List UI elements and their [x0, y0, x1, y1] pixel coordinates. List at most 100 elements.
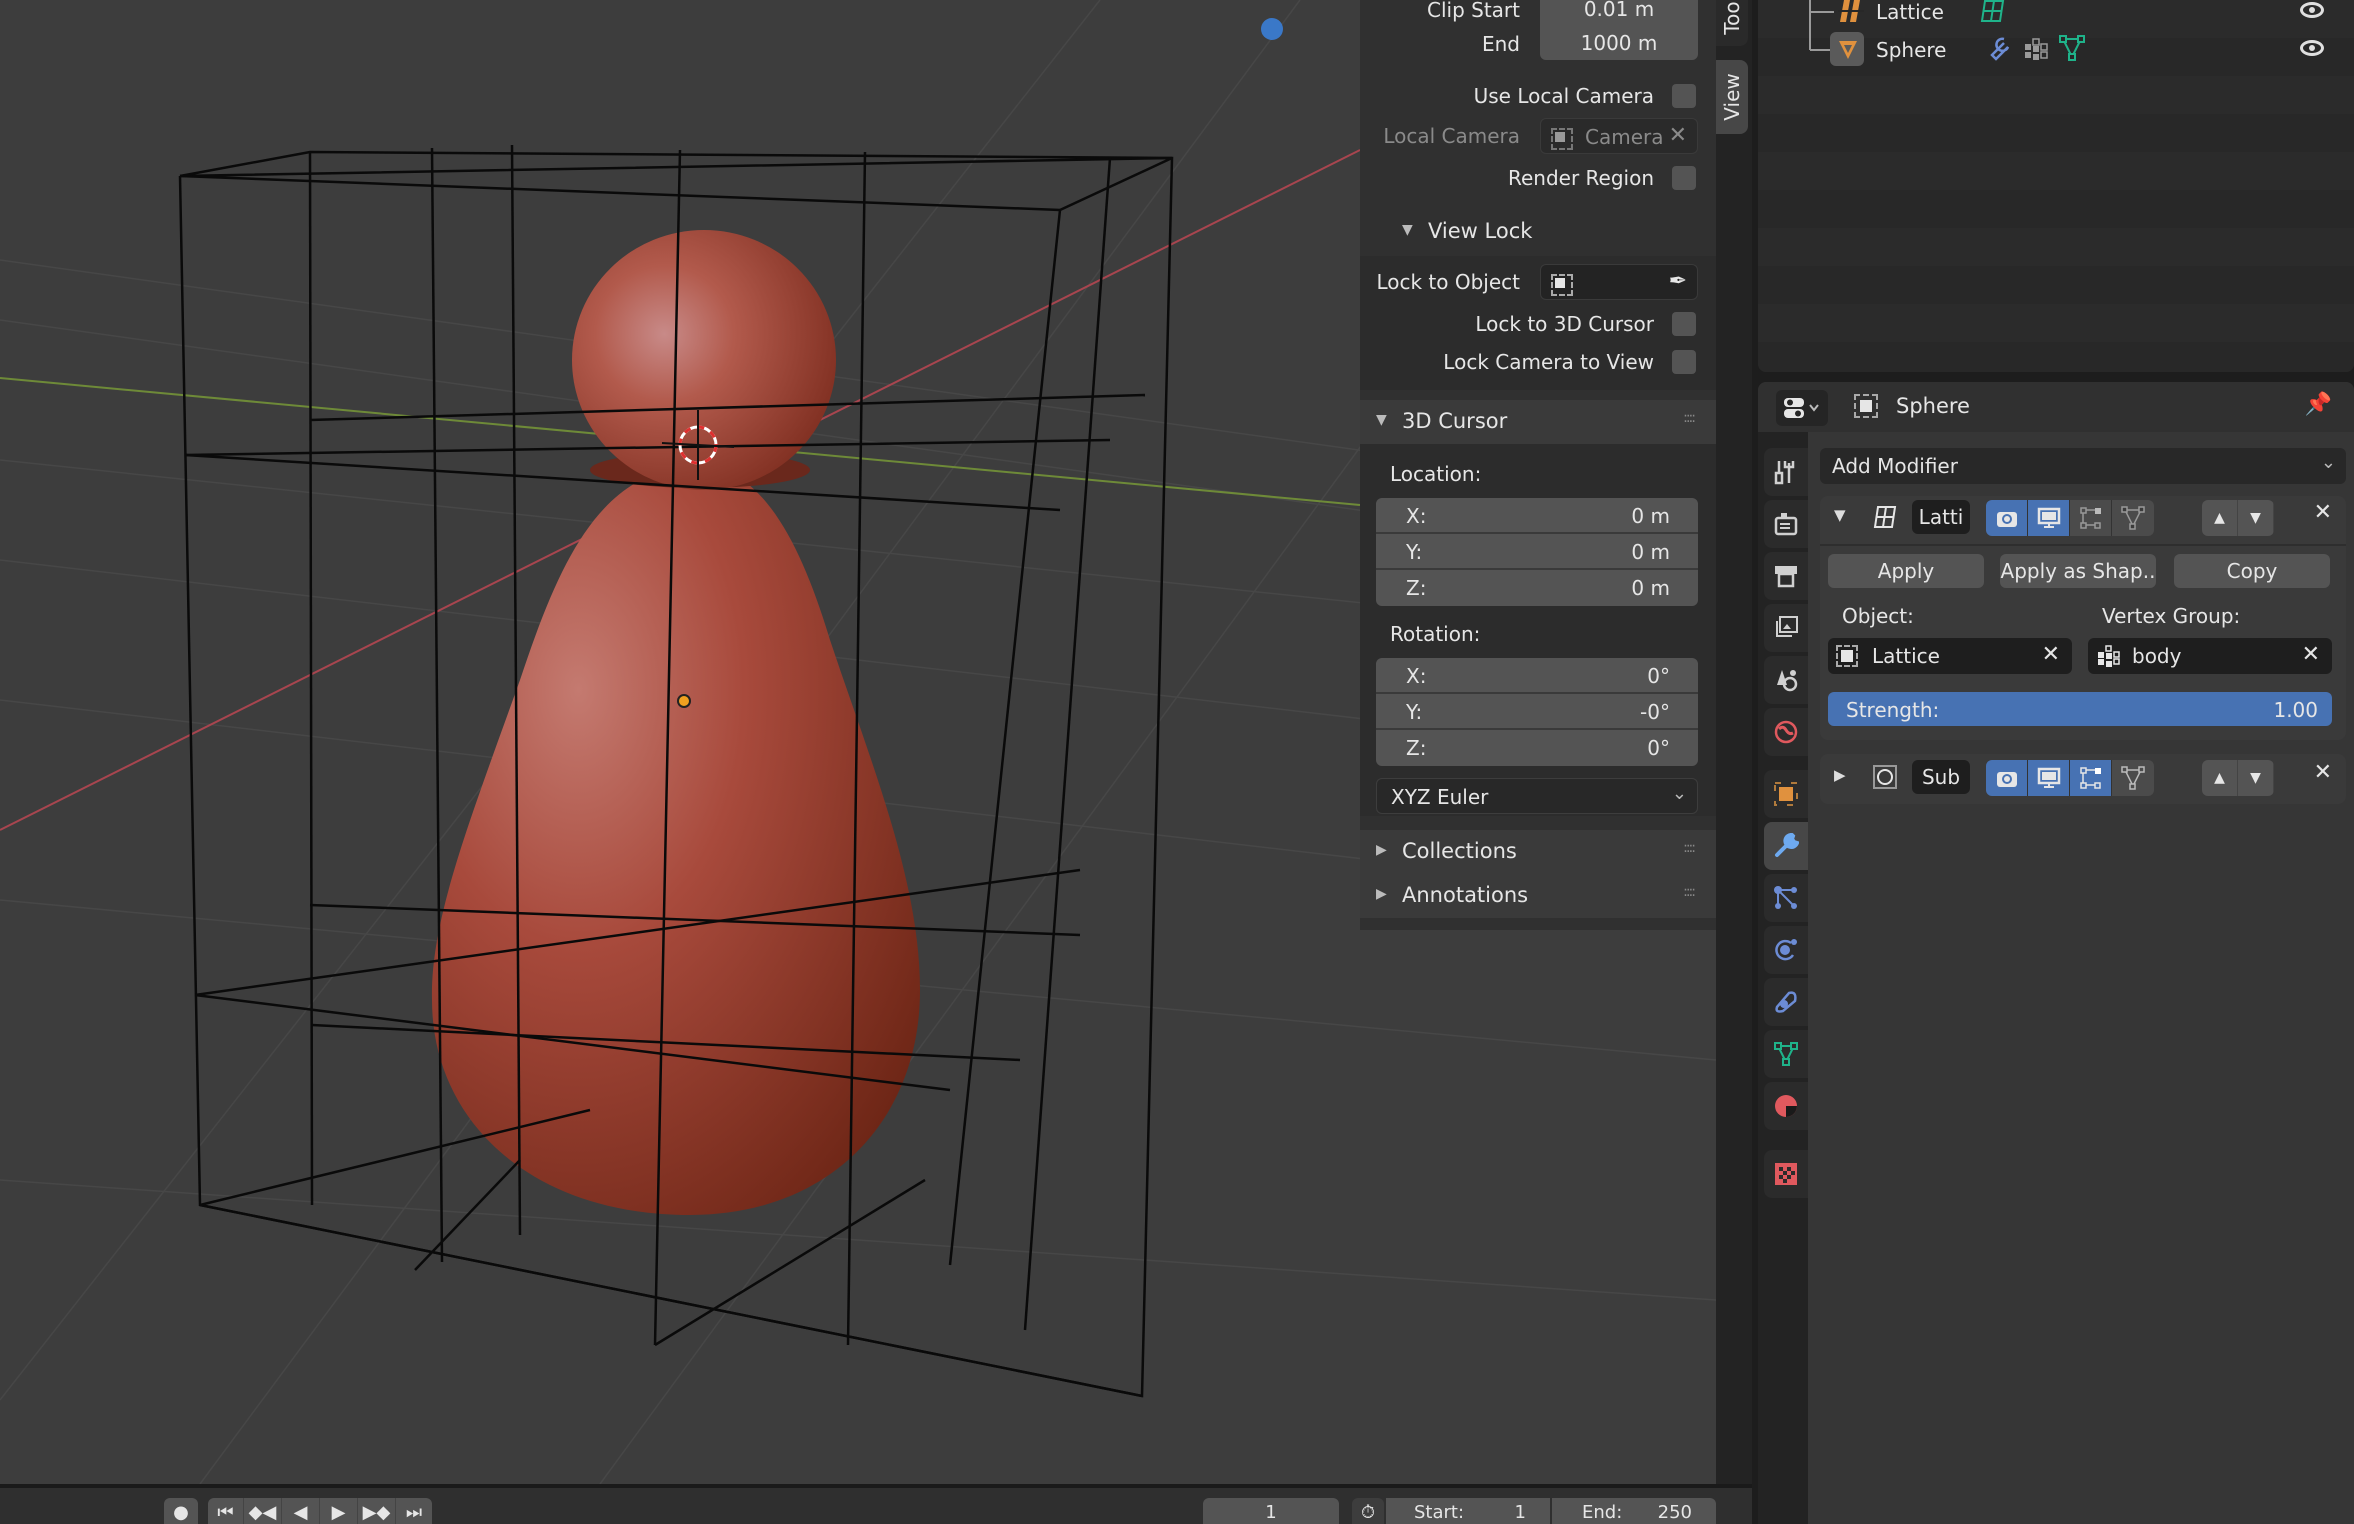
expanded-triangle-icon[interactable]: ▼: [1834, 506, 1846, 524]
cage-toggle[interactable]: [2112, 760, 2154, 796]
cage-icon: [2121, 506, 2145, 530]
next-keyframe-button[interactable]: ▶◆: [358, 1498, 396, 1524]
clip-end-field[interactable]: 1000 m: [1540, 26, 1698, 60]
visibility-eye-icon[interactable]: [2300, 2, 2324, 18]
3d-cursor-header[interactable]: ▼ 3D Cursor ::::: [1360, 400, 1716, 444]
tab-output[interactable]: [1764, 552, 1808, 600]
vertex-group-label: Vertex Group:: [2102, 604, 2241, 628]
lattice-object-icon: [1838, 0, 1864, 22]
preview-range-stopwatch-icon[interactable]: ⏱: [1352, 1498, 1384, 1524]
outliner: Lattice Sphere: [1758, 0, 2354, 372]
add-modifier-dropdown[interactable]: Add Modifier ⌄: [1820, 448, 2346, 484]
rotation-x-field[interactable]: X: 0°: [1376, 658, 1698, 694]
drag-grip-icon[interactable]: ::::: [1683, 410, 1696, 426]
axis-value: 0°: [1647, 736, 1670, 760]
move-down-button[interactable]: ▼: [2238, 760, 2274, 796]
move-up-button[interactable]: ▲: [2202, 500, 2238, 536]
viewport-toggle[interactable]: [2028, 500, 2070, 536]
clear-icon[interactable]: ✕: [2042, 642, 2060, 667]
vertex-group-icon[interactable]: [2022, 36, 2048, 62]
tab-view-layer[interactable]: [1764, 604, 1808, 652]
tab-mesh-data[interactable]: [1764, 1030, 1808, 1078]
rotation-z-field[interactable]: Z: 0°: [1376, 730, 1698, 766]
play-reverse-button[interactable]: ◀: [282, 1498, 320, 1524]
apply-as-shape-button[interactable]: Apply as Shap..: [2000, 554, 2156, 588]
3d-cursor-body: Location: X: 0 m Y: 0 m Z: 0 m Rotation: X:…: [1360, 444, 1716, 816]
drag-grip-icon[interactable]: ::::: [1683, 840, 1696, 856]
lattice-data-icon[interactable]: [1980, 0, 2006, 24]
tab-modifiers[interactable]: [1764, 822, 1808, 870]
move-up-button[interactable]: ▲: [2202, 760, 2238, 796]
render-toggle[interactable]: [1986, 500, 2028, 536]
record-button[interactable]: ●: [164, 1498, 198, 1524]
modifier-name-field[interactable]: Latti: [1912, 500, 1970, 534]
location-y-field[interactable]: Y: 0 m: [1376, 534, 1698, 570]
visibility-eye-icon[interactable]: [2300, 40, 2324, 56]
clip-start-field[interactable]: 0.01 m: [1540, 0, 1698, 26]
collapsed-triangle-icon[interactable]: ▶: [1834, 766, 1846, 784]
tab-physics[interactable]: [1764, 926, 1808, 974]
copy-button[interactable]: Copy: [2174, 554, 2330, 588]
annotations-header[interactable]: ▶ Annotations ::::: [1360, 874, 1716, 918]
render-toggle[interactable]: [1986, 760, 2028, 796]
location-z-field[interactable]: Z: 0 m: [1376, 570, 1698, 606]
strength-value: 1.00: [2273, 698, 2318, 722]
lock-to-object-field[interactable]: ✒: [1540, 264, 1698, 300]
tab-object[interactable]: [1764, 770, 1808, 818]
clear-icon[interactable]: ✕: [1669, 123, 1687, 148]
use-local-camera-checkbox[interactable]: [1672, 84, 1696, 108]
modifier-name-field[interactable]: Sub: [1912, 760, 1970, 794]
lock-camera-checkbox[interactable]: [1672, 350, 1696, 374]
pin-icon[interactable]: 📌: [2305, 392, 2332, 417]
tab-texture[interactable]: [1764, 1150, 1808, 1198]
current-frame-field[interactable]: 1: [1203, 1498, 1339, 1524]
tab-material[interactable]: [1764, 1082, 1808, 1130]
rotation-mode-dropdown[interactable]: XYZ Euler ⌄: [1376, 778, 1698, 814]
strength-slider[interactable]: Strength: 1.00: [1828, 692, 2332, 726]
drag-grip-icon[interactable]: ::::: [1683, 884, 1696, 900]
tab-world[interactable]: [1764, 708, 1808, 756]
vertex-group-field[interactable]: body ✕: [2088, 638, 2332, 674]
lattice-object-field[interactable]: Lattice ✕: [1828, 638, 2072, 674]
frame-end-field[interactable]: End: 250: [1552, 1498, 1716, 1524]
mesh-data-icon[interactable]: [2058, 34, 2086, 62]
lock-to-cursor-checkbox[interactable]: [1672, 312, 1696, 336]
move-down-button[interactable]: ▼: [2238, 500, 2274, 536]
eyedropper-icon[interactable]: ✒: [1669, 269, 1687, 294]
editmode-toggle[interactable]: [2070, 500, 2112, 536]
viewport-toggle[interactable]: [2028, 760, 2070, 796]
play-button[interactable]: ▶: [320, 1498, 358, 1524]
render-region-checkbox[interactable]: [1672, 166, 1696, 190]
rotation-y-field[interactable]: Y: -0°: [1376, 694, 1698, 730]
tab-render[interactable]: [1764, 500, 1808, 548]
tab-scene[interactable]: [1764, 656, 1808, 704]
modifier-move-buttons: ▲ ▼: [2202, 760, 2274, 796]
tab-constraints[interactable]: [1764, 978, 1808, 1026]
editor-type-dropdown[interactable]: [1776, 390, 1828, 426]
frame-start-field[interactable]: Start: 1: [1386, 1498, 1550, 1524]
remove-modifier-icon[interactable]: ✕: [2314, 760, 2332, 785]
remove-modifier-icon[interactable]: ✕: [2314, 500, 2332, 525]
particles-icon: [1774, 886, 1797, 909]
outliner-item-lattice[interactable]: Lattice: [1758, 0, 2354, 32]
location-x-field[interactable]: X: 0 m: [1376, 498, 1698, 534]
tab-tool-settings[interactable]: [1764, 448, 1808, 496]
tab-view[interactable]: View: [1716, 60, 1748, 134]
apply-button[interactable]: Apply: [1828, 554, 1984, 588]
clear-icon[interactable]: ✕: [2302, 642, 2320, 667]
editmode-toggle[interactable]: [2070, 760, 2112, 796]
local-camera-field[interactable]: Camera ✕: [1540, 118, 1698, 154]
strength-label: Strength:: [1846, 698, 1940, 722]
modifier-panel-subdivision: ▶ Sub ▲ ▼ ✕: [1820, 754, 2346, 804]
outliner-item-sphere[interactable]: Sphere: [1758, 32, 2354, 70]
view-lock-header[interactable]: ▼ View Lock: [1360, 210, 1716, 254]
jump-start-button[interactable]: ⏮: [208, 1498, 244, 1524]
cage-toggle[interactable]: [2112, 500, 2154, 536]
collections-header[interactable]: ▶ Collections ::::: [1360, 830, 1716, 874]
tab-particles[interactable]: [1764, 874, 1808, 922]
editmode-icon: [2080, 767, 2101, 789]
prev-keyframe-button[interactable]: ◆◀: [244, 1498, 282, 1524]
tab-tool[interactable]: Too: [1716, 0, 1748, 46]
jump-end-button[interactable]: ⏭: [396, 1498, 432, 1524]
modifier-wrench-icon[interactable]: [1986, 36, 2012, 62]
